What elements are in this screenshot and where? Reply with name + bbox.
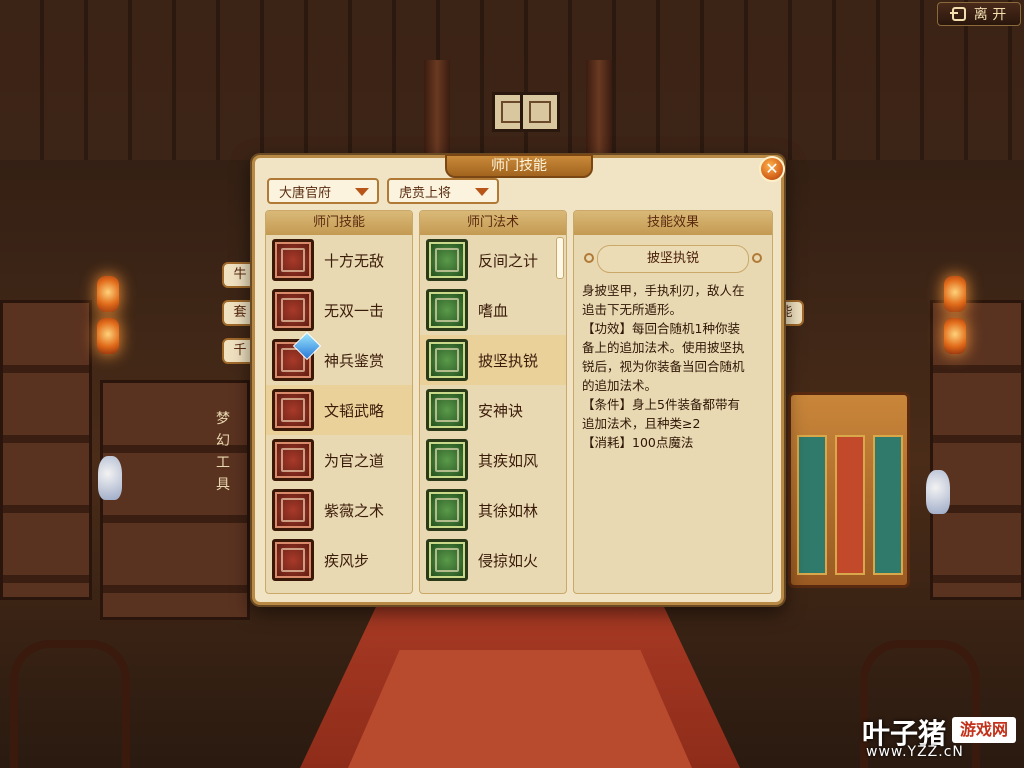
ceiling-beams [0, 0, 1024, 160]
spells-column: 师门法术 反间之计嗜血披坚执锐安神诀其疾如风其徐如林侵掠如火 [419, 210, 567, 594]
school-dropdown-value: 大唐官府 [279, 185, 332, 201]
list-item-label: 披坚执锐 [478, 351, 539, 370]
skills-column: 师门技能 十方无敌无双一击神兵鉴赏文韬武略为官之道紫薇之术疾风步 [265, 210, 413, 594]
list-item-label: 疾风步 [324, 551, 370, 570]
list-item[interactable]: 十方无敌 [266, 235, 412, 285]
folding-screen [788, 392, 910, 588]
list-item[interactable]: 其疾如风 [420, 435, 566, 485]
official-icon [272, 439, 314, 481]
exit-button[interactable]: 离 开 [937, 2, 1021, 26]
fire-sigil-icon [426, 539, 468, 581]
wind-step-icon [272, 539, 314, 581]
wind-sigil-icon [426, 439, 468, 481]
list-item-label: 安神诀 [478, 401, 524, 420]
school-skills-dialog: 师门技能 ✕ 大唐官府 虎贲上将 师门技能 十方无敌无双一击神兵鉴赏文韬武略为官… [252, 154, 785, 605]
vase [98, 456, 122, 500]
rune-icon [272, 489, 314, 531]
rank-dropdown-value: 虎贲上将 [399, 185, 452, 201]
beast-face-icon [272, 289, 314, 331]
list-item[interactable]: 为官之道 [266, 435, 412, 485]
list-item[interactable]: 安神诀 [420, 385, 566, 435]
list-item-label: 嗜血 [478, 301, 509, 320]
chevron-down-icon [475, 188, 489, 196]
list-item[interactable]: 嗜血 [420, 285, 566, 335]
meditation-icon [426, 389, 468, 431]
bookshelf-left [0, 300, 92, 600]
list-item[interactable]: 侵掠如火 [420, 535, 566, 585]
gate-icon [272, 389, 314, 431]
list-item-label: 文韬武略 [324, 401, 385, 420]
list-item[interactable]: 无双一击 [266, 285, 412, 335]
list-item[interactable]: 文韬武略 [266, 385, 412, 435]
list-item-label: 紫薇之术 [324, 501, 385, 520]
vase [926, 470, 950, 514]
dialog-title: 师门技能 [445, 154, 593, 178]
effect-column-title: 技能效果 [574, 211, 772, 235]
scrollbar[interactable] [556, 237, 564, 279]
spells-column-title: 师门法术 [420, 211, 566, 235]
list-item-label: 反间之计 [478, 251, 539, 270]
list-item[interactable]: 披坚执锐 [420, 335, 566, 385]
two-heads-icon [426, 239, 468, 281]
crossed-swords-icon [272, 239, 314, 281]
effect-column: 技能效果 披坚执锐 身披坚甲，手执利刃，敌人在 追击下无所遁形。 【功效】每回合… [573, 210, 773, 594]
back-window [520, 92, 560, 132]
skills-list: 十方无敌无双一击神兵鉴赏文韬武略为官之道紫薇之术疾风步 [266, 235, 412, 585]
weapon-appraisal-icon [272, 331, 322, 381]
armor-fist-icon [426, 339, 468, 381]
exit-icon [949, 7, 966, 21]
list-item[interactable]: 神兵鉴赏 [266, 331, 412, 385]
skills-column-title: 师门技能 [266, 211, 412, 235]
lantern [97, 318, 119, 354]
list-item-label: 为官之道 [324, 451, 385, 470]
watermark-box: 游戏网 [952, 717, 1016, 743]
list-item-label: 无双一击 [324, 301, 385, 320]
list-item[interactable]: 其徐如林 [420, 485, 566, 535]
effect-description: 身披坚甲，手执利刃，敌人在 追击下无所遁形。 【功效】每回合随机1种你装 备上的… [582, 283, 745, 450]
list-item[interactable]: 反间之计 [420, 235, 566, 285]
side-vertical-label: 梦幻工具 [216, 411, 230, 493]
list-item[interactable]: 紫薇之术 [266, 485, 412, 535]
list-item-label: 其疾如风 [478, 451, 539, 470]
red-carpet-inner [348, 650, 692, 768]
list-item-label: 神兵鉴赏 [324, 351, 385, 370]
close-icon: ✕ [765, 159, 779, 178]
lantern [944, 276, 966, 312]
fangs-icon [426, 289, 468, 331]
list-item[interactable]: 疾风步 [266, 535, 412, 585]
forest-sigil-icon [426, 489, 468, 531]
effect-skill-name: 披坚执锐 [584, 245, 762, 273]
spells-list[interactable]: 反间之计嗜血披坚执锐安神诀其疾如风其徐如林侵掠如火 [420, 235, 566, 585]
watermark-url: www.YZZ.cN [866, 744, 964, 760]
school-dropdown[interactable]: 大唐官府 [267, 178, 379, 204]
list-item-label: 其徐如林 [478, 501, 539, 520]
chevron-down-icon [355, 188, 369, 196]
list-item-label: 侵掠如火 [478, 551, 539, 570]
lantern [944, 318, 966, 354]
lantern [97, 276, 119, 312]
list-item-label: 十方无敌 [324, 251, 385, 270]
carved-chair-left [10, 640, 130, 768]
close-button[interactable]: ✕ [759, 156, 785, 182]
exit-label: 离 开 [973, 7, 1007, 23]
rank-dropdown[interactable]: 虎贲上将 [387, 178, 499, 204]
